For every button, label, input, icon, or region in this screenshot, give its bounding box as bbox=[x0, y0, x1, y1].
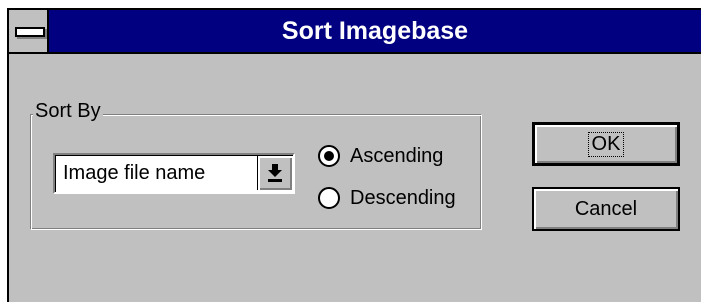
ok-button[interactable]: OK bbox=[532, 122, 680, 166]
dialog-title: Sort Imagebase bbox=[281, 17, 469, 45]
down-arrow-glyph bbox=[268, 164, 282, 182]
ascending-radio-button[interactable] bbox=[318, 145, 340, 167]
ascending-label: Ascending bbox=[350, 144, 444, 167]
sort-field-dropdown[interactable]: Image file name bbox=[53, 153, 295, 194]
ascending-radio-option[interactable]: Ascending bbox=[318, 141, 443, 171]
dropdown-arrow-icon[interactable] bbox=[257, 156, 292, 190]
descending-label: Descending bbox=[350, 186, 456, 209]
cancel-button[interactable]: Cancel bbox=[532, 187, 680, 231]
title-bar[interactable]: Sort Imagebase bbox=[9, 10, 701, 54]
descending-radio-button[interactable] bbox=[318, 187, 340, 209]
ok-button-label: OK bbox=[587, 131, 625, 157]
system-menu-icon[interactable] bbox=[9, 10, 49, 52]
radio-selected-dot bbox=[324, 151, 334, 161]
cancel-button-label: Cancel bbox=[574, 197, 638, 220]
system-menu-bar-glyph bbox=[15, 27, 45, 37]
screen: Sort Imagebase Sort By Image file name A… bbox=[0, 0, 701, 302]
descending-radio-option[interactable]: Descending bbox=[318, 183, 456, 213]
sort-field-selected-value: Image file name bbox=[63, 162, 206, 184]
sort-by-label: Sort By bbox=[33, 100, 103, 123]
